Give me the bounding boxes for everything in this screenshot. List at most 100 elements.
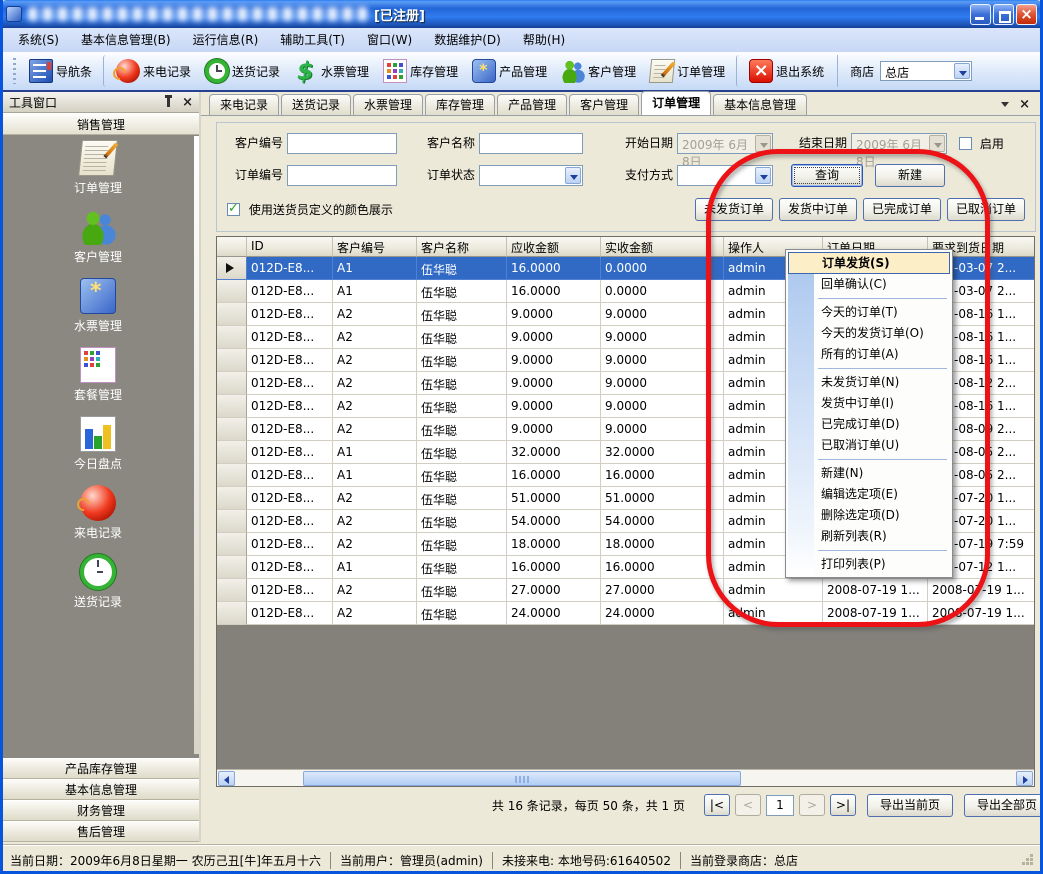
menu-item[interactable]: 系统(S): [7, 28, 70, 52]
toolbar-button[interactable]: 导航条: [22, 55, 99, 87]
sidebar-item[interactable]: 水票管理: [74, 278, 122, 334]
first-page-button[interactable]: |<: [704, 794, 730, 816]
row-selector-cell[interactable]: [217, 487, 247, 510]
context-menu-item[interactable]: 刷新列表(R): [788, 526, 950, 547]
column-header[interactable]: 实收金额: [601, 237, 724, 257]
toolbar-button[interactable]: 产品管理: [465, 55, 554, 87]
menu-item[interactable]: 帮助(H): [512, 28, 576, 52]
new-button[interactable]: 新建: [875, 164, 945, 187]
toolbar-button[interactable]: 送货记录: [198, 55, 287, 87]
document-tab[interactable]: 水票管理: [353, 94, 423, 115]
horizontal-scrollbar[interactable]: [217, 769, 1034, 786]
sidebar-item[interactable]: 订单管理: [74, 140, 122, 196]
context-menu-item[interactable]: 新建(N): [788, 463, 950, 484]
column-header[interactable]: ID: [247, 237, 333, 257]
sidebar-item[interactable]: 来电记录: [74, 485, 122, 541]
document-tab[interactable]: 送货记录: [281, 94, 351, 115]
toolbar-button[interactable]: 库存管理: [376, 55, 465, 87]
sidebar-group-bar[interactable]: 基本信息管理: [3, 779, 199, 800]
document-tab[interactable]: 来电记录: [209, 94, 279, 115]
query-button[interactable]: 查询: [791, 164, 863, 187]
close-button[interactable]: [1016, 4, 1037, 25]
sidebar-group-bar[interactable]: 财务管理: [3, 800, 199, 821]
table-row[interactable]: 012D-E8... A2 伍华聪 24.0000 24.0000 admin …: [217, 602, 1034, 625]
document-tab[interactable]: 产品管理: [497, 94, 567, 115]
document-tab[interactable]: 基本信息管理: [713, 94, 807, 115]
menu-item[interactable]: 窗口(W): [356, 28, 423, 52]
scroll-left-arrow-icon[interactable]: [218, 771, 235, 786]
menu-item[interactable]: 运行信息(R): [182, 28, 270, 52]
scroll-right-arrow-icon[interactable]: [1016, 771, 1033, 786]
context-menu-item[interactable]: 删除选定项(D): [788, 505, 950, 526]
row-selector-cell[interactable]: [217, 372, 247, 395]
menu-item[interactable]: 数据维护(D): [423, 28, 512, 52]
order-status-filter-button[interactable]: 发货中订单: [779, 198, 857, 221]
last-page-button[interactable]: >|: [830, 794, 856, 816]
tab-list-dropdown-icon[interactable]: [1001, 102, 1009, 107]
export-current-page-button[interactable]: 导出当前页: [867, 794, 953, 817]
row-selector-cell[interactable]: [217, 326, 247, 349]
row-selector-cell[interactable]: [217, 441, 247, 464]
document-tab[interactable]: 订单管理: [641, 91, 711, 115]
menu-item[interactable]: 辅助工具(T): [269, 28, 356, 52]
toolbar-button[interactable]: 来电记录: [103, 55, 198, 87]
enable-checkbox[interactable]: [959, 137, 972, 150]
context-menu-item[interactable]: 今天的订单(T): [788, 302, 950, 323]
row-selector-cell[interactable]: [217, 510, 247, 533]
delivery-color-checkbox[interactable]: [227, 203, 240, 216]
document-tab[interactable]: 客户管理: [569, 94, 639, 115]
toolbar-button[interactable]: 水票管理: [287, 55, 376, 87]
sidebar-group-sales[interactable]: 销售管理: [3, 113, 199, 135]
row-selector-cell[interactable]: [217, 257, 247, 280]
column-header[interactable]: 应收金额: [507, 237, 601, 257]
row-selector-cell[interactable]: [217, 556, 247, 579]
export-all-pages-button[interactable]: 导出全部页: [964, 794, 1043, 817]
row-selector-cell[interactable]: [217, 533, 247, 556]
row-selector-cell[interactable]: [217, 349, 247, 372]
sidebar-group-bar[interactable]: 产品库存管理: [3, 758, 199, 779]
table-row[interactable]: 012D-E8... A2 伍华聪 27.0000 27.0000 admin …: [217, 579, 1034, 602]
row-selector-cell[interactable]: [217, 280, 247, 303]
sidebar-item[interactable]: 送货记录: [74, 554, 122, 610]
order-no-input[interactable]: [287, 165, 397, 186]
resize-grip[interactable]: [1023, 855, 1033, 865]
minimize-button[interactable]: [970, 4, 991, 25]
restore-button[interactable]: [993, 4, 1014, 25]
pin-icon[interactable]: [167, 98, 170, 107]
context-menu-item[interactable]: 订单发货(S): [788, 252, 950, 274]
context-menu-item[interactable]: 发货中订单(I): [788, 393, 950, 414]
toolbar-button[interactable]: 客户管理: [554, 55, 643, 87]
order-status-filter-button[interactable]: 未发货订单: [695, 198, 773, 221]
context-menu-item[interactable]: 所有的订单(A): [788, 344, 950, 365]
pay-method-combobox[interactable]: [677, 165, 773, 186]
context-menu-item[interactable]: 已取消订单(U): [788, 435, 950, 456]
context-menu-item[interactable]: 已完成订单(D): [788, 414, 950, 435]
shop-combobox[interactable]: 总店: [880, 61, 972, 81]
order-status-combobox[interactable]: [479, 165, 583, 186]
row-selector-cell[interactable]: [217, 464, 247, 487]
toolbar-button[interactable]: 退出系统: [736, 55, 831, 87]
context-menu-item[interactable]: 打印列表(P): [788, 554, 950, 575]
enable-checkbox-group[interactable]: 启用: [959, 135, 1004, 152]
customer-no-input[interactable]: [287, 133, 397, 154]
sidebar-scrollbar[interactable]: [194, 136, 199, 754]
menu-item[interactable]: 基本信息管理(B): [70, 28, 182, 52]
order-status-filter-button[interactable]: 已完成订单: [863, 198, 941, 221]
context-menu-item[interactable]: 未发货订单(N): [788, 372, 950, 393]
sidebar-item[interactable]: 客户管理: [74, 209, 122, 265]
column-header[interactable]: 客户编号: [333, 237, 417, 257]
tab-close-icon[interactable]: ×: [1019, 98, 1030, 111]
toolbar-button[interactable]: 订单管理: [643, 55, 732, 87]
close-icon[interactable]: ×: [182, 96, 193, 109]
sidebar-item[interactable]: 今日盘点: [74, 416, 122, 472]
row-selector-cell[interactable]: [217, 303, 247, 326]
row-selector-cell[interactable]: [217, 395, 247, 418]
row-selector-cell[interactable]: [217, 418, 247, 441]
scrollbar-thumb[interactable]: [303, 771, 741, 786]
row-selector-cell[interactable]: [217, 602, 247, 625]
column-header[interactable]: 客户名称: [417, 237, 507, 257]
customer-name-input[interactable]: [479, 133, 583, 154]
page-number-input[interactable]: [766, 795, 794, 816]
context-menu-item[interactable]: 今天的发货订单(O): [788, 323, 950, 344]
document-tab[interactable]: 库存管理: [425, 94, 495, 115]
